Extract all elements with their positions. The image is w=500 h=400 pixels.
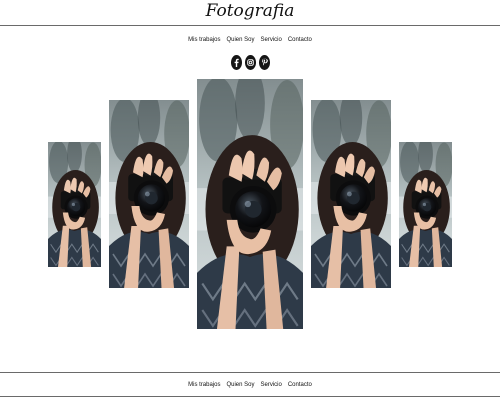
footer-nav: Mis trabajos Quien Soy Servicio Contacto [0, 381, 500, 389]
panel-photo [311, 100, 391, 288]
photo-gallery [0, 0, 500, 400]
footer-divider-top [0, 372, 500, 373]
footer-link-contacto[interactable]: Contacto [288, 381, 312, 389]
gallery-panel-left[interactable] [109, 100, 189, 288]
gallery-panel-far-left[interactable] [48, 142, 101, 267]
gallery-panel-right[interactable] [311, 100, 391, 288]
footer-link-quien-soy[interactable]: Quien Soy [226, 381, 254, 389]
gallery-panel-far-right[interactable] [399, 142, 452, 267]
footer-link-mis-trabajos[interactable]: Mis trabajos [188, 381, 220, 389]
panel-photo [399, 142, 452, 267]
panel-photo [109, 100, 189, 288]
footer-link-servicio[interactable]: Servicio [261, 381, 282, 389]
footer-divider-bottom [0, 396, 500, 397]
gallery-panel-center[interactable] [197, 79, 303, 329]
panel-photo [48, 142, 101, 267]
panel-photo [197, 79, 303, 329]
